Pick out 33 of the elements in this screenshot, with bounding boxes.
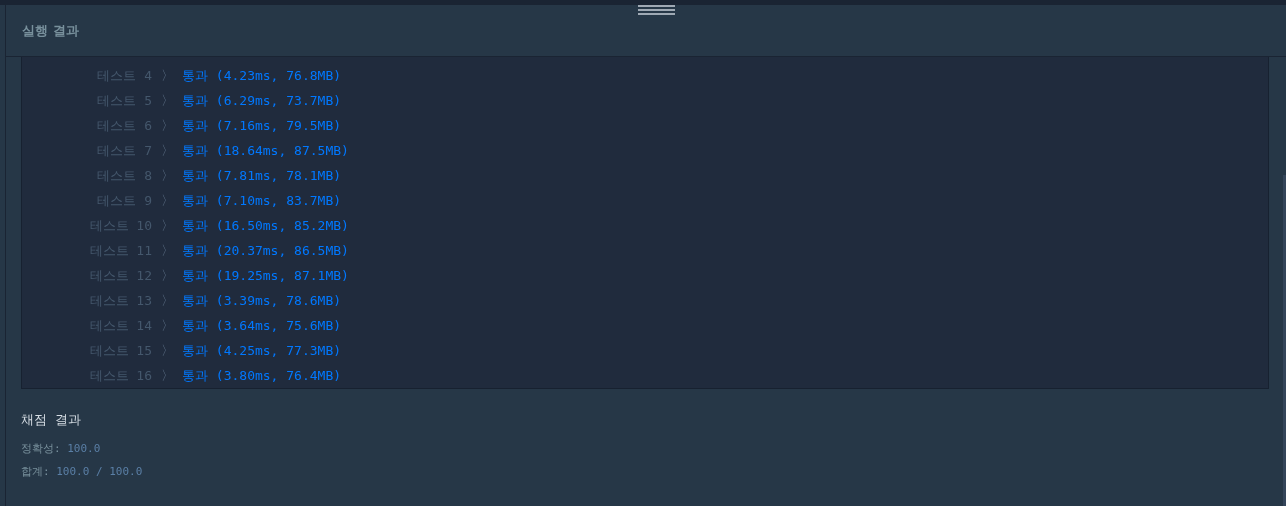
test-result: 통과 (20.37ms, 86.5MB) (182, 241, 349, 260)
chevron-icon: 〉 (152, 66, 182, 85)
drag-handle-icon[interactable] (638, 4, 675, 17)
score-label: 합계: (21, 465, 50, 478)
chevron-icon: 〉 (152, 166, 182, 185)
chevron-icon: 〉 (152, 266, 182, 285)
chevron-icon: 〉 (152, 191, 182, 210)
test-result: 통과 (3.64ms, 75.6MB) (182, 316, 342, 335)
test-result: 통과 (7.81ms, 78.1MB) (182, 166, 342, 185)
test-result: 통과 (4.25ms, 77.3MB) (182, 341, 342, 360)
test-result: 통과 (19.25ms, 87.1MB) (182, 266, 349, 285)
test-result: 통과 (18.64ms, 87.5MB) (182, 141, 349, 160)
chevron-icon: 〉 (152, 366, 182, 385)
panel-title: 실행 결과 (22, 21, 79, 40)
test-result: 통과 (7.16ms, 79.5MB) (182, 116, 342, 135)
chevron-icon: 〉 (152, 141, 182, 160)
score-value: 100.0 (67, 442, 101, 455)
test-result: 통과 (16.50ms, 85.2MB) (182, 216, 349, 235)
test-result: 통과 (4.23ms, 76.8MB) (182, 66, 342, 85)
chevron-icon: 〉 (152, 316, 182, 335)
grading-title: 채점 결과 (21, 411, 82, 429)
chevron-icon: 〉 (152, 241, 182, 260)
chevron-icon: 〉 (152, 91, 182, 110)
chevron-icon: 〉 (152, 341, 182, 360)
score-value: 100.0 / 100.0 (56, 465, 143, 478)
test-result: 통과 (3.39ms, 78.6MB) (182, 291, 342, 310)
chevron-icon: 〉 (152, 291, 182, 310)
test-result: 통과 (3.80ms, 76.4MB) (182, 366, 342, 385)
chevron-icon: 〉 (152, 116, 182, 135)
test-result: 통과 (7.10ms, 83.7MB) (182, 191, 342, 210)
chevron-icon: 〉 (152, 216, 182, 235)
score-label: 정확성: (21, 442, 61, 455)
test-result: 통과 (6.29ms, 73.7MB) (182, 91, 342, 110)
